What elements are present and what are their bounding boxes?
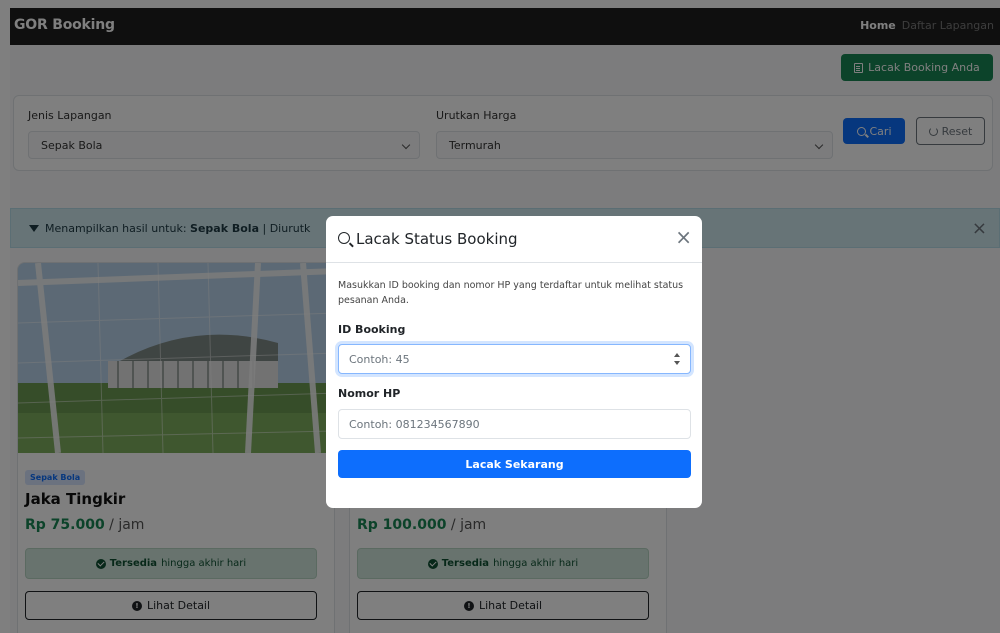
- lacak-sekarang-button[interactable]: Lacak Sekarang: [338, 450, 691, 478]
- lacak-status-modal: Lacak Status Booking × Masukkan ID booki…: [326, 216, 702, 508]
- modal-title: Lacak Status Booking: [356, 230, 518, 248]
- modal-header: Lacak Status Booking ×: [326, 216, 702, 263]
- lacak-sekarang-label: Lacak Sekarang: [465, 457, 564, 471]
- id-booking-placeholder: Contoh: 45: [349, 353, 410, 366]
- nomor-hp-placeholder: Contoh: 081234567890: [349, 418, 480, 431]
- id-booking-label: ID Booking: [338, 323, 406, 336]
- nomor-hp-input[interactable]: Contoh: 081234567890: [338, 409, 691, 439]
- id-booking-input[interactable]: Contoh: 45: [338, 344, 691, 374]
- number-stepper-icon[interactable]: [674, 353, 680, 365]
- nomor-hp-label: Nomor HP: [338, 387, 401, 400]
- close-icon[interactable]: ×: [675, 227, 692, 247]
- modal-description: Masukkan ID booking dan nomor HP yang te…: [338, 280, 684, 306]
- search-icon: [338, 232, 350, 244]
